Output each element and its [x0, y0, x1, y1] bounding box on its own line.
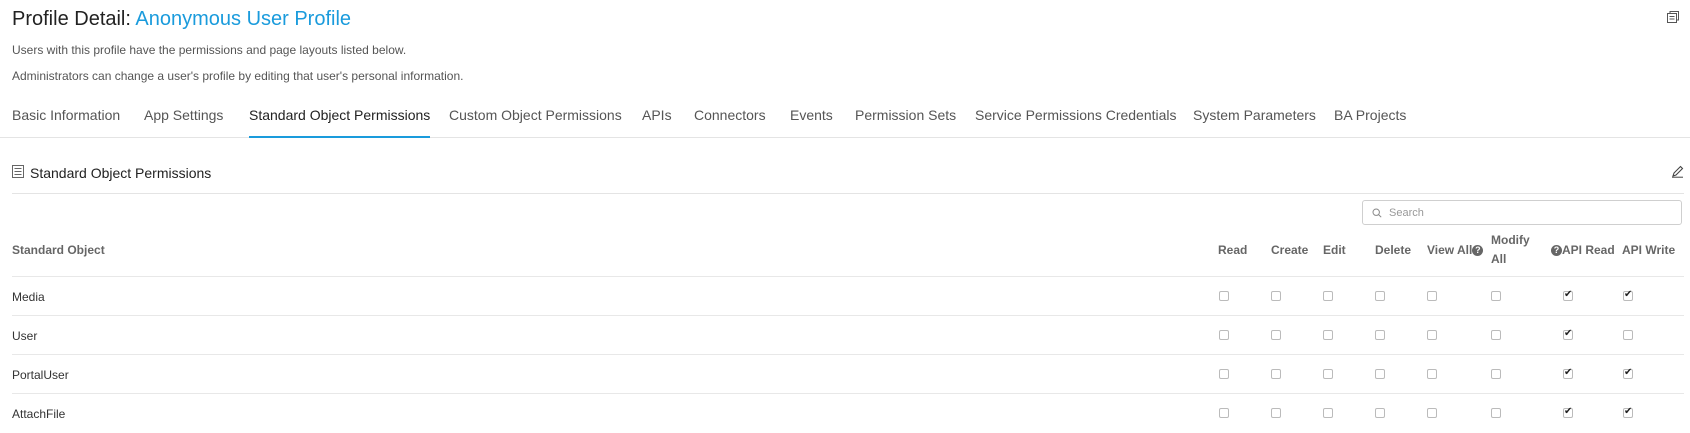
tab-ba-projects[interactable]: BA Projects	[1334, 107, 1406, 136]
delete-checkbox[interactable]	[1375, 408, 1385, 418]
object-name: AttachFile	[12, 407, 66, 421]
tab-system-parameters[interactable]: System Parameters	[1193, 107, 1316, 136]
view-all-checkbox[interactable]	[1427, 330, 1437, 340]
api-read-checkbox[interactable]	[1563, 289, 1573, 301]
api-read-checkbox[interactable]	[1563, 406, 1573, 418]
column-header-delete: Delete	[1375, 243, 1412, 257]
profile-name: Anonymous User Profile	[135, 8, 352, 30]
create-checkbox[interactable]	[1271, 408, 1281, 418]
object-name: PortalUser	[12, 368, 69, 382]
column-header-read: Read	[1218, 243, 1248, 257]
delete-checkbox[interactable]	[1375, 330, 1385, 340]
tab-standard-object-permissions[interactable]: Standard Object Permissions	[249, 107, 431, 138]
api-write-checkbox[interactable]	[1623, 330, 1633, 340]
column-header-standard-object: Standard Object	[12, 243, 105, 257]
page-title-prefix: Profile Detail:	[12, 8, 131, 30]
page-title: Profile Detail: Anonymous User Profile	[12, 8, 351, 31]
section-divider	[12, 193, 1684, 194]
api-read-checkbox[interactable]	[1563, 328, 1573, 340]
table-row: PortalUser	[12, 354, 1684, 394]
help-icon[interactable]: ?	[1551, 245, 1562, 256]
read-checkbox[interactable]	[1219, 369, 1229, 379]
delete-checkbox[interactable]	[1375, 291, 1385, 301]
create-checkbox[interactable]	[1271, 369, 1281, 379]
edit-checkbox[interactable]	[1323, 408, 1333, 418]
api-write-checkbox[interactable]	[1623, 367, 1633, 379]
edit-checkbox[interactable]	[1323, 291, 1333, 301]
read-checkbox[interactable]	[1219, 330, 1229, 340]
search-box	[1362, 200, 1682, 225]
modify-all-checkbox[interactable]	[1491, 408, 1501, 418]
api-read-label: API Read	[1562, 243, 1615, 257]
help-icon[interactable]: ?	[1472, 245, 1484, 256]
view-all-checkbox[interactable]	[1427, 291, 1437, 301]
tab-app-settings[interactable]: App Settings	[144, 107, 223, 136]
profile-description: Users with this profile have the permiss…	[12, 43, 407, 57]
column-header-api-read: ? API Read	[1551, 243, 1615, 257]
tab-apis[interactable]: APIs	[642, 107, 672, 136]
window-restore-icon[interactable]	[1666, 10, 1680, 24]
read-checkbox[interactable]	[1219, 291, 1229, 301]
column-header-create: Create	[1271, 243, 1309, 257]
column-header-edit: Edit	[1323, 243, 1346, 257]
read-checkbox[interactable]	[1219, 408, 1229, 418]
column-header-api-write: API Write	[1622, 243, 1676, 257]
tab-bar: Basic Information App Settings Standard …	[0, 103, 1690, 138]
view-all-checkbox[interactable]	[1427, 408, 1437, 418]
view-all-label: View All	[1427, 243, 1473, 257]
tab-service-permissions-credentials[interactable]: Service Permissions Credentials	[975, 107, 1177, 136]
edit-checkbox[interactable]	[1323, 330, 1333, 340]
table-row: User	[12, 315, 1684, 355]
create-checkbox[interactable]	[1271, 330, 1281, 340]
tab-custom-object-permissions[interactable]: Custom Object Permissions	[449, 107, 622, 136]
modify-all-checkbox[interactable]	[1491, 291, 1501, 301]
tab-events[interactable]: Events	[790, 107, 833, 136]
tab-permission-sets[interactable]: Permission Sets	[855, 107, 956, 136]
api-write-checkbox[interactable]	[1623, 406, 1633, 418]
modify-all-checkbox[interactable]	[1491, 369, 1501, 379]
api-write-checkbox[interactable]	[1623, 289, 1633, 301]
section-title: Standard Object Permissions	[30, 165, 212, 181]
search-input[interactable]	[1389, 203, 1674, 222]
edit-checkbox[interactable]	[1323, 369, 1333, 379]
table-row: AttachFile	[12, 393, 1684, 433]
pencil-icon[interactable]	[1671, 165, 1684, 178]
column-header-view-all: View All?	[1427, 243, 1484, 257]
profile-admin-note: Administrators can change a user's profi…	[12, 69, 464, 83]
create-checkbox[interactable]	[1271, 291, 1281, 301]
tab-connectors[interactable]: Connectors	[694, 107, 766, 136]
delete-checkbox[interactable]	[1375, 369, 1385, 379]
view-all-checkbox[interactable]	[1427, 369, 1437, 379]
table-row: Media	[12, 276, 1684, 316]
search-icon	[1372, 208, 1382, 218]
object-name: User	[12, 329, 38, 343]
list-icon	[12, 165, 24, 178]
modify-all-checkbox[interactable]	[1491, 330, 1501, 340]
tab-basic-information[interactable]: Basic Information	[12, 107, 120, 136]
column-header-modify-all: Modify All	[1491, 233, 1530, 266]
api-read-checkbox[interactable]	[1563, 367, 1573, 379]
object-name: Media	[12, 290, 45, 304]
